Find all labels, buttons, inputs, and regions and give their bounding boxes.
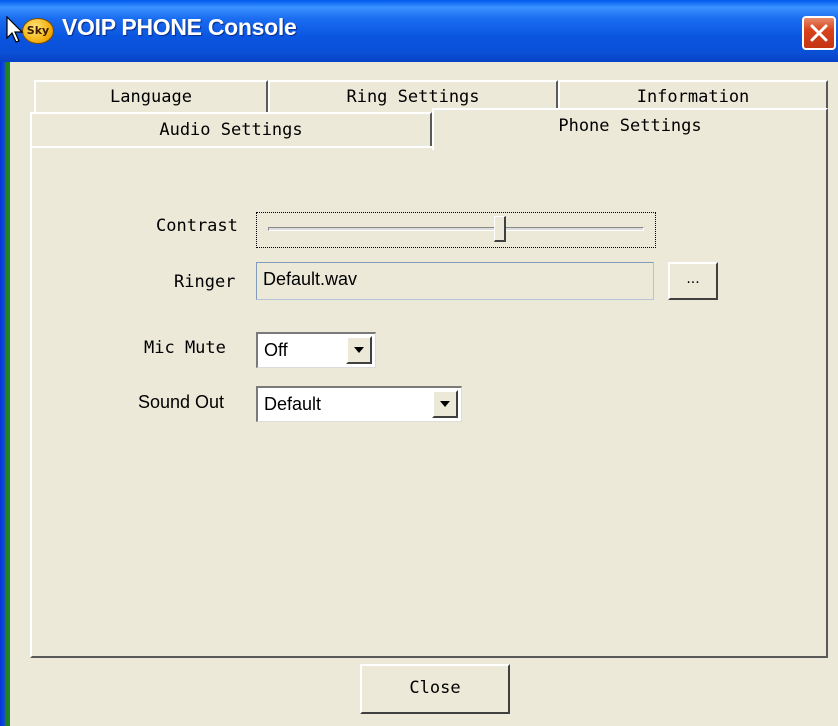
close-button[interactable]: Close [360,664,510,714]
panel-content: Contrast Ringer Default.wav ... Mic Mute… [0,0,838,726]
chevron-down-icon [354,347,364,353]
console-window: Sky VOIP PHONE Console Language Ring Set… [0,0,838,726]
sound-out-value: Default [264,394,322,414]
chevron-down-icon [440,401,450,407]
contrast-label: Contrast [156,216,238,236]
sound-out-select[interactable]: Default [256,386,462,422]
mic-mute-select[interactable]: Off [256,332,376,368]
ringer-file-field[interactable]: Default.wav [256,262,654,300]
mic-mute-label: Mic Mute [144,338,226,358]
sound-out-dropdown-button[interactable] [432,390,458,418]
browse-ringer-button[interactable]: ... [668,262,718,300]
contrast-slider-track [268,227,644,231]
mic-mute-dropdown-button[interactable] [346,336,372,364]
ringer-label: Ringer [174,272,236,292]
sound-out-label: Sound Out [138,392,225,412]
contrast-slider-thumb[interactable] [493,216,506,242]
mic-mute-value: Off [264,340,288,360]
